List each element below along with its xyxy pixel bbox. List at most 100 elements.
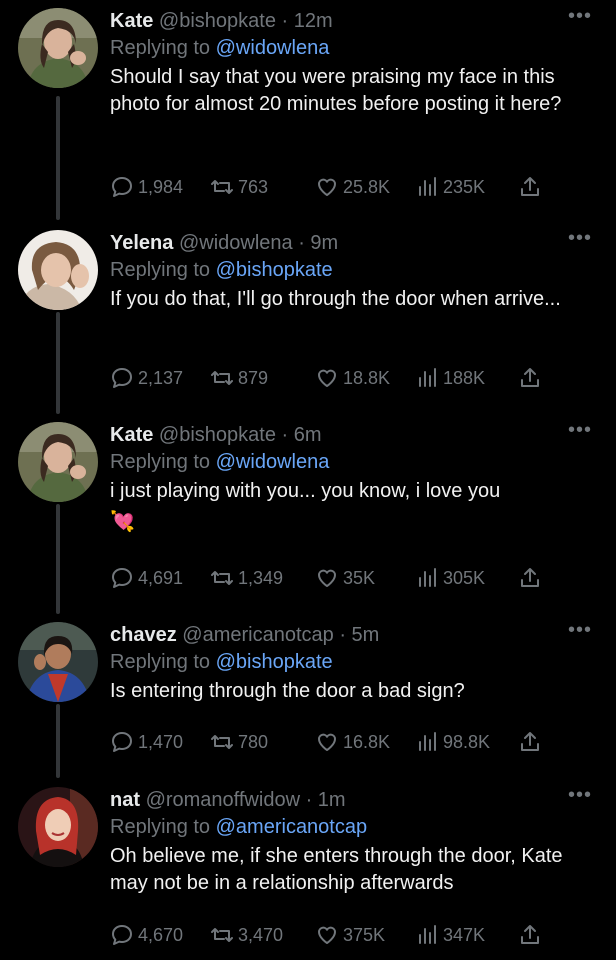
view-count: 188K bbox=[443, 367, 486, 388]
mention-link[interactable]: @bishopkate bbox=[216, 259, 333, 281]
tweet[interactable]: chavez @americanotcap · 5m Replying to @… bbox=[0, 614, 616, 776]
share-icon bbox=[521, 368, 539, 387]
chavez-avatar-image bbox=[18, 622, 98, 702]
share-button[interactable] bbox=[518, 172, 542, 202]
share-icon bbox=[521, 925, 539, 944]
reply-button[interactable]: 4,670 bbox=[110, 920, 183, 950]
retweet-button[interactable]: 1,349 bbox=[210, 563, 283, 593]
reply-count: 2,137 bbox=[138, 367, 184, 388]
tweet-content: Yelena @widowlena · 9m Replying to @bish… bbox=[110, 230, 592, 313]
retweet-icon bbox=[211, 735, 233, 749]
replying-to: Replying to @bishopkate bbox=[110, 648, 592, 676]
share-button[interactable] bbox=[518, 920, 542, 950]
views-button[interactable]: 347K bbox=[415, 920, 485, 950]
handle[interactable]: @romanoffwidow bbox=[146, 789, 300, 811]
views-button[interactable]: 188K bbox=[415, 363, 485, 393]
reply-icon bbox=[112, 732, 132, 752]
reply-count: 1,984 bbox=[138, 176, 184, 197]
retweet-button[interactable]: 879 bbox=[210, 363, 268, 393]
reply-button[interactable]: 1,984 bbox=[110, 172, 183, 202]
display-name[interactable]: Kate bbox=[110, 424, 153, 446]
handle[interactable]: @bishopkate bbox=[159, 10, 276, 32]
more-options-icon[interactable]: ••• bbox=[568, 228, 592, 248]
like-button[interactable]: 18.8K bbox=[315, 363, 390, 393]
views-button[interactable]: 235K bbox=[415, 172, 485, 202]
retweet-count: 1,349 bbox=[238, 567, 284, 588]
tweet-text: Is entering through the door a bad sign? bbox=[110, 680, 465, 702]
like-button[interactable]: 375K bbox=[315, 920, 385, 950]
tweet-header: Yelena @widowlena · 9m bbox=[110, 230, 592, 256]
like-count: 25.8K bbox=[343, 176, 391, 197]
retweet-button[interactable]: 780 bbox=[210, 727, 268, 757]
avatar[interactable] bbox=[18, 622, 98, 702]
display-name[interactable]: nat bbox=[110, 789, 140, 811]
yelena-avatar-image bbox=[18, 230, 98, 310]
view-count: 347K bbox=[443, 924, 486, 945]
reply-button[interactable]: 1,470 bbox=[110, 727, 183, 757]
reply-count: 4,670 bbox=[138, 924, 184, 945]
tweet-header: chavez @americanotcap · 5m bbox=[110, 622, 592, 648]
timestamp[interactable]: · 9m bbox=[298, 232, 338, 254]
share-button[interactable] bbox=[518, 563, 542, 593]
reply-button[interactable]: 4,691 bbox=[110, 563, 183, 593]
views-button[interactable]: 305K bbox=[415, 563, 485, 593]
more-options-icon[interactable]: ••• bbox=[568, 785, 592, 805]
share-button[interactable] bbox=[518, 363, 542, 393]
tweet[interactable]: Yelena @widowlena · 9m Replying to @bish… bbox=[0, 222, 616, 412]
more-options-icon[interactable]: ••• bbox=[568, 420, 592, 440]
tweet-content: chavez @americanotcap · 5m Replying to @… bbox=[110, 622, 592, 705]
timestamp[interactable]: · 5m bbox=[339, 624, 379, 646]
like-button[interactable]: 25.8K bbox=[315, 172, 390, 202]
retweet-icon bbox=[211, 180, 233, 194]
tweet[interactable]: nat @romanoffwidow · 1m Replying to @ame… bbox=[0, 779, 616, 960]
like-button[interactable]: 35K bbox=[315, 563, 375, 593]
tweet-content: Kate @bishopkate · 12m Replying to @wido… bbox=[110, 8, 592, 118]
view-count: 305K bbox=[443, 567, 486, 588]
timestamp[interactable]: · 1m bbox=[306, 789, 346, 811]
replying-to: Replying to @bishopkate bbox=[110, 256, 592, 284]
tweet-text: Should I say that you were praising my f… bbox=[110, 66, 562, 115]
reply-icon bbox=[112, 368, 132, 388]
like-count: 16.8K bbox=[343, 731, 391, 752]
timestamp[interactable]: · 6m bbox=[282, 424, 322, 446]
mention-link[interactable]: @widowlena bbox=[216, 37, 330, 59]
mention-link[interactable]: @americanotcap bbox=[216, 816, 367, 838]
display-name[interactable]: Yelena bbox=[110, 232, 173, 254]
more-options-icon[interactable]: ••• bbox=[568, 620, 592, 640]
handle[interactable]: @widowlena bbox=[179, 232, 293, 254]
like-button[interactable]: 16.8K bbox=[315, 727, 390, 757]
mention-link[interactable]: @widowlena bbox=[216, 451, 330, 473]
nat-avatar-image bbox=[18, 787, 98, 867]
mention-link[interactable]: @bishopkate bbox=[216, 651, 333, 673]
reply-count: 4,691 bbox=[138, 567, 184, 588]
retweet-icon bbox=[211, 928, 233, 942]
timestamp[interactable]: · 12m bbox=[282, 10, 333, 32]
like-count: 18.8K bbox=[343, 367, 391, 388]
kate-avatar-image bbox=[18, 8, 98, 88]
retweet-button[interactable]: 3,470 bbox=[210, 920, 283, 950]
retweet-count: 780 bbox=[238, 731, 269, 752]
tweet-text: i just playing with you... you know, i l… bbox=[110, 480, 501, 502]
heart-icon bbox=[317, 369, 337, 387]
avatar[interactable] bbox=[18, 422, 98, 502]
more-options-icon[interactable]: ••• bbox=[568, 6, 592, 26]
view-count: 235K bbox=[443, 176, 486, 197]
replying-prefix: Replying to bbox=[110, 816, 211, 838]
handle[interactable]: @americanotcap bbox=[182, 624, 333, 646]
avatar[interactable] bbox=[18, 787, 98, 867]
analytics-icon bbox=[419, 925, 436, 944]
retweet-count: 3,470 bbox=[238, 924, 284, 945]
display-name[interactable]: Kate bbox=[110, 10, 153, 32]
retweet-button[interactable]: 763 bbox=[210, 172, 268, 202]
views-button[interactable]: 98.8K bbox=[415, 727, 490, 757]
tweet[interactable]: Kate @bishopkate · 12m Replying to @wido… bbox=[0, 0, 616, 215]
avatar[interactable] bbox=[18, 8, 98, 88]
reply-button[interactable]: 2,137 bbox=[110, 363, 183, 393]
replying-to: Replying to @americanotcap bbox=[110, 813, 592, 841]
tweet-text: If you do that, I'll go through the door… bbox=[110, 288, 561, 310]
handle[interactable]: @bishopkate bbox=[159, 424, 276, 446]
display-name[interactable]: chavez bbox=[110, 624, 177, 646]
avatar[interactable] bbox=[18, 230, 98, 310]
share-button[interactable] bbox=[518, 727, 542, 757]
tweet[interactable]: Kate @bishopkate · 6m Replying to @widow… bbox=[0, 414, 616, 612]
